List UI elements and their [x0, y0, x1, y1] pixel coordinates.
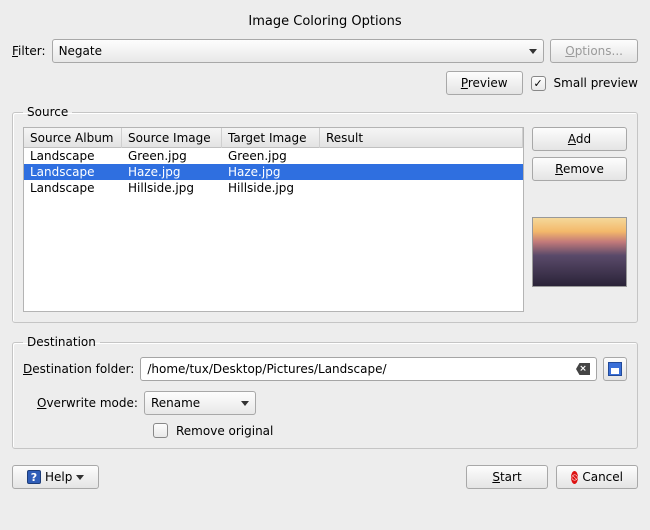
table-row[interactable]: Landscape Hillside.jpg Hillside.jpg	[24, 180, 523, 196]
floppy-icon	[608, 362, 622, 376]
table-row[interactable]: Landscape Green.jpg Green.jpg	[24, 148, 523, 164]
filter-select[interactable]: Negate	[52, 39, 545, 63]
remove-original-label: Remove original	[176, 424, 273, 438]
preview-thumbnail	[532, 217, 627, 287]
source-legend: Source	[23, 105, 72, 119]
small-preview-checkbox[interactable]: ✓	[531, 76, 546, 91]
source-fieldset: Source Source Album Source Image Target …	[12, 105, 638, 323]
add-button[interactable]: Add	[532, 127, 627, 151]
page-title: Image Coloring Options	[12, 10, 638, 39]
start-button[interactable]: Start	[466, 465, 548, 489]
overwrite-label: Overwrite mode:	[37, 396, 138, 410]
clear-icon[interactable]: ×	[576, 363, 590, 375]
destination-fieldset: Destination Destination folder: /home/tu…	[12, 335, 638, 449]
destination-folder-label: Destination folder:	[23, 362, 134, 376]
destination-folder-value: /home/tux/Desktop/Pictures/Landscape/	[147, 362, 386, 376]
chevron-down-icon	[76, 475, 84, 480]
overwrite-select[interactable]: Rename	[144, 391, 256, 415]
filter-label: Filter:	[12, 44, 46, 58]
options-button: Options...	[550, 39, 638, 63]
source-table[interactable]: Source Album Source Image Target Image R…	[23, 127, 524, 312]
preview-button[interactable]: Preview	[446, 71, 523, 95]
overwrite-value: Rename	[151, 396, 200, 410]
small-preview-label: Small preview	[554, 76, 638, 90]
remove-original-checkbox[interactable]	[153, 423, 168, 438]
destination-legend: Destination	[23, 335, 100, 349]
destination-folder-input[interactable]: /home/tux/Desktop/Pictures/Landscape/ ×	[140, 357, 597, 381]
filter-value: Negate	[59, 44, 102, 58]
col-result[interactable]: Result	[320, 128, 523, 148]
cancel-icon: ⦸	[571, 471, 578, 484]
chevron-down-icon	[529, 49, 537, 54]
cancel-button[interactable]: ⦸ Cancel	[556, 465, 638, 489]
help-icon: ?	[27, 470, 41, 484]
table-row[interactable]: Landscape Haze.jpg Haze.jpg	[24, 164, 523, 180]
save-path-button[interactable]	[603, 357, 627, 381]
col-source-album[interactable]: Source Album	[24, 128, 122, 148]
chevron-down-icon	[241, 401, 249, 406]
remove-button[interactable]: Remove	[532, 157, 627, 181]
col-source-image[interactable]: Source Image	[122, 128, 222, 148]
col-target-image[interactable]: Target Image	[222, 128, 320, 148]
help-button[interactable]: ? Help	[12, 465, 99, 489]
